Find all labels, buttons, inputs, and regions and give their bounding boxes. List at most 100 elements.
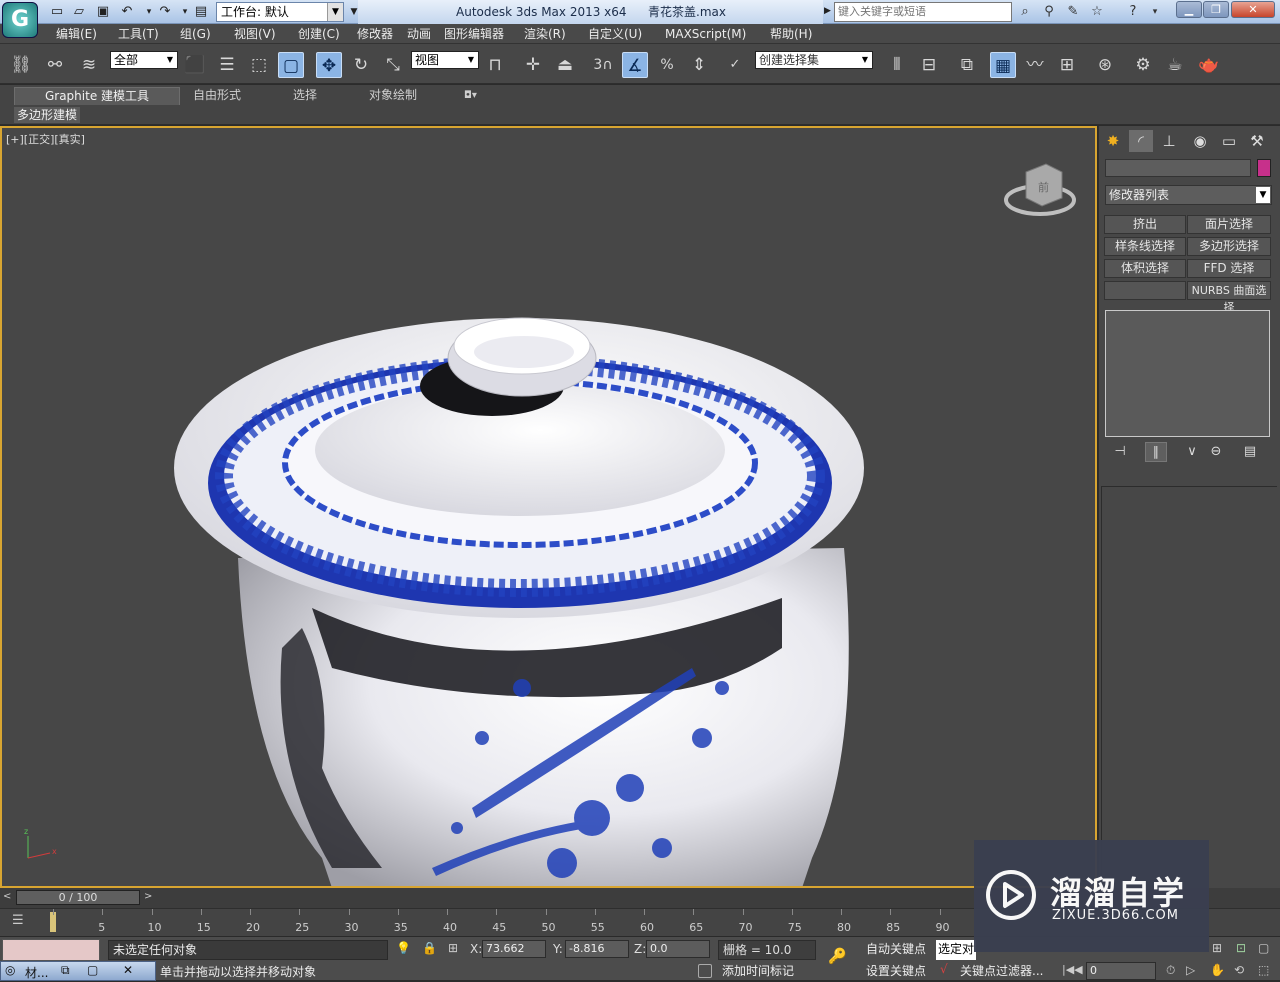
field-of-view-icon[interactable]: ▷ (1186, 963, 1195, 977)
taskbar-material-editor[interactable]: ◎ 材... ⧉ ▢ ✕ (0, 961, 156, 981)
rectangular-selection-icon[interactable]: ⬚ (246, 52, 272, 78)
menu-views[interactable]: 视图(V) (234, 24, 276, 44)
utilities-tab-icon[interactable]: ⚒ (1245, 130, 1269, 152)
object-name-field[interactable] (1105, 159, 1251, 177)
snaps-toggle-icon[interactable]: 3∩ (590, 52, 616, 78)
auto-key-button[interactable]: 自动关键点 (866, 940, 926, 960)
close-task-icon[interactable]: ✕ (123, 963, 133, 977)
restore-task-icon[interactable]: ⧉ (61, 963, 70, 978)
set-key-button[interactable]: 设置关键点 (866, 962, 926, 982)
x-coordinate-field[interactable]: 73.662 (482, 940, 546, 958)
set-key-icon[interactable]: 🔑 (828, 947, 847, 965)
keyboard-shortcut-override-icon[interactable]: ⏏ (552, 52, 578, 78)
select-by-name-icon[interactable]: ☰ (214, 52, 240, 78)
tab-freeform[interactable]: 自由形式 (193, 87, 241, 105)
maximize-task-icon[interactable]: ▢ (87, 963, 98, 977)
binoculars-icon[interactable]: ⌕ (1014, 2, 1036, 22)
menu-create[interactable]: 创建(C) (298, 24, 340, 44)
project-folder-icon[interactable]: ▤ (192, 3, 210, 21)
tab-object-paint[interactable]: 对象绘制 (369, 87, 417, 105)
reference-coordinate-dropdown[interactable]: 视图 ▼ (411, 51, 479, 69)
viewcube[interactable]: 前 (1004, 163, 1076, 216)
menu-maxscript[interactable]: MAXScript(M) (665, 24, 746, 44)
go-to-start-icon[interactable]: |◀◀ (1062, 963, 1083, 976)
current-frame-field[interactable]: 0 (1086, 962, 1156, 980)
communication-icon[interactable]: ✎ (1062, 2, 1084, 22)
volume-select-button[interactable]: 体积选择 (1104, 259, 1186, 278)
menu-graph-editors[interactable]: 图形编辑器 (444, 24, 504, 44)
mini-curve-editor-icon[interactable]: ☰ (12, 913, 24, 928)
menu-animation[interactable]: 动画 (407, 24, 431, 44)
hierarchy-tab-icon[interactable]: ⊥ (1157, 130, 1181, 152)
workspace-dropdown[interactable]: 工作台: 默认 ▼ (216, 2, 344, 22)
current-frame-marker[interactable] (50, 912, 56, 932)
polygon-modeling-panel[interactable]: 多边形建模 (14, 107, 80, 123)
mirror-icon[interactable]: ⫴ (884, 52, 910, 78)
pan-view-icon[interactable]: ✋ (1210, 963, 1225, 977)
ribbon-options-icon[interactable]: ◘▾ (464, 87, 477, 105)
named-selection-dropdown[interactable]: 创建选择集 ▼ (755, 51, 873, 69)
favorites-star-icon[interactable]: ☆ (1086, 2, 1108, 22)
menu-help[interactable]: 帮助(H) (770, 24, 812, 44)
orbit-icon[interactable]: ⟲ (1234, 963, 1244, 977)
pivot-center-icon[interactable]: ⊓ (482, 52, 508, 78)
maximize-viewport-icon[interactable]: ▢ (1258, 941, 1269, 955)
show-end-result-icon[interactable]: ∥ (1145, 442, 1167, 462)
y-coordinate-field[interactable]: -8.816 (565, 940, 629, 958)
time-tag-icon[interactable] (698, 964, 712, 978)
make-unique-icon[interactable]: ∨ (1181, 442, 1203, 462)
menu-edit[interactable]: 编辑(E) (56, 24, 97, 44)
z-coordinate-field[interactable]: 0.0 (646, 940, 710, 958)
rendered-frame-window-icon[interactable]: ☕ (1162, 52, 1188, 78)
menu-modifiers[interactable]: 修改器 (357, 24, 393, 44)
selection-filter-dropdown[interactable]: 全部 ▼ (110, 51, 178, 69)
select-move-icon[interactable]: ✥ (316, 52, 342, 78)
isolate-selection-icon[interactable]: 💡 (396, 941, 411, 955)
save-icon[interactable]: ▣ (94, 3, 112, 21)
time-next-icon[interactable]: > (144, 891, 152, 902)
restore-button[interactable]: ❐ (1203, 1, 1229, 18)
modifier-stack[interactable] (1105, 310, 1270, 437)
subscription-key-icon[interactable]: ⚲ (1038, 2, 1060, 22)
maxscript-listener[interactable] (2, 939, 100, 961)
help-icon[interactable]: ? (1122, 2, 1144, 22)
material-editor-icon[interactable]: ⊛ (1092, 52, 1118, 78)
selection-lock-icon[interactable]: 🔒 (422, 941, 437, 955)
nurbs-surface-select-button[interactable]: NURBS 曲面选择 (1187, 281, 1271, 314)
search-input[interactable] (834, 2, 1012, 22)
scene-explorer-icon[interactable]: ▦ (990, 52, 1016, 78)
render-setup-icon[interactable]: ⚙ (1130, 52, 1156, 78)
align-icon[interactable]: ⊟ (916, 52, 942, 78)
ffd-select-button[interactable]: FFD 选择 (1187, 259, 1271, 278)
select-manipulate-icon[interactable]: ✛ (520, 52, 546, 78)
close-button[interactable]: ✕ (1231, 1, 1275, 18)
time-prev-icon[interactable]: < (3, 891, 11, 902)
zoom-extents-all-icon[interactable]: ⊡ (1236, 941, 1246, 955)
edit-named-selection-icon[interactable]: ✓ (722, 52, 748, 78)
bind-spacewarp-icon[interactable]: ≋ (76, 52, 102, 78)
link-icon[interactable]: ⛓ (8, 52, 34, 78)
select-rotate-icon[interactable]: ↻ (348, 52, 374, 78)
select-object-icon[interactable]: ⬛ (182, 52, 208, 78)
unlink-icon[interactable]: ⚯ (42, 52, 68, 78)
angle-snap-icon[interactable]: ∡ (622, 52, 648, 78)
percent-snap-icon[interactable]: % (654, 52, 680, 78)
zoom-extents-icon[interactable]: ⊞ (1212, 941, 1222, 955)
create-tab-icon[interactable]: ✸ (1101, 130, 1125, 152)
key-filters-button[interactable]: 关键点过滤器... (960, 962, 1043, 982)
help-dropdown-icon[interactable]: ▾ (1144, 2, 1166, 22)
modifier-list-dropdown[interactable]: 修改器列表 ▼ (1105, 185, 1272, 205)
pin-stack-icon[interactable]: ⊣ (1109, 442, 1131, 462)
render-production-icon[interactable]: 🫖 (1196, 52, 1222, 78)
spline-select-button[interactable]: 样条线选择 (1104, 237, 1186, 256)
tab-selection[interactable]: 选择 (293, 87, 317, 105)
absolute-mode-icon[interactable]: ⊞ (448, 941, 458, 955)
menu-customize[interactable]: 自定义(U) (588, 24, 642, 44)
motion-tab-icon[interactable]: ◉ (1188, 130, 1212, 152)
redo-icon[interactable]: ↷ (156, 3, 174, 21)
empty-modifier-button[interactable] (1104, 281, 1186, 300)
patch-select-button[interactable]: 面片选择 (1187, 215, 1271, 234)
open-file-icon[interactable]: ▱ (70, 3, 88, 21)
object-color-swatch[interactable] (1257, 159, 1271, 177)
search-expand-icon[interactable]: ▶ (824, 6, 831, 16)
